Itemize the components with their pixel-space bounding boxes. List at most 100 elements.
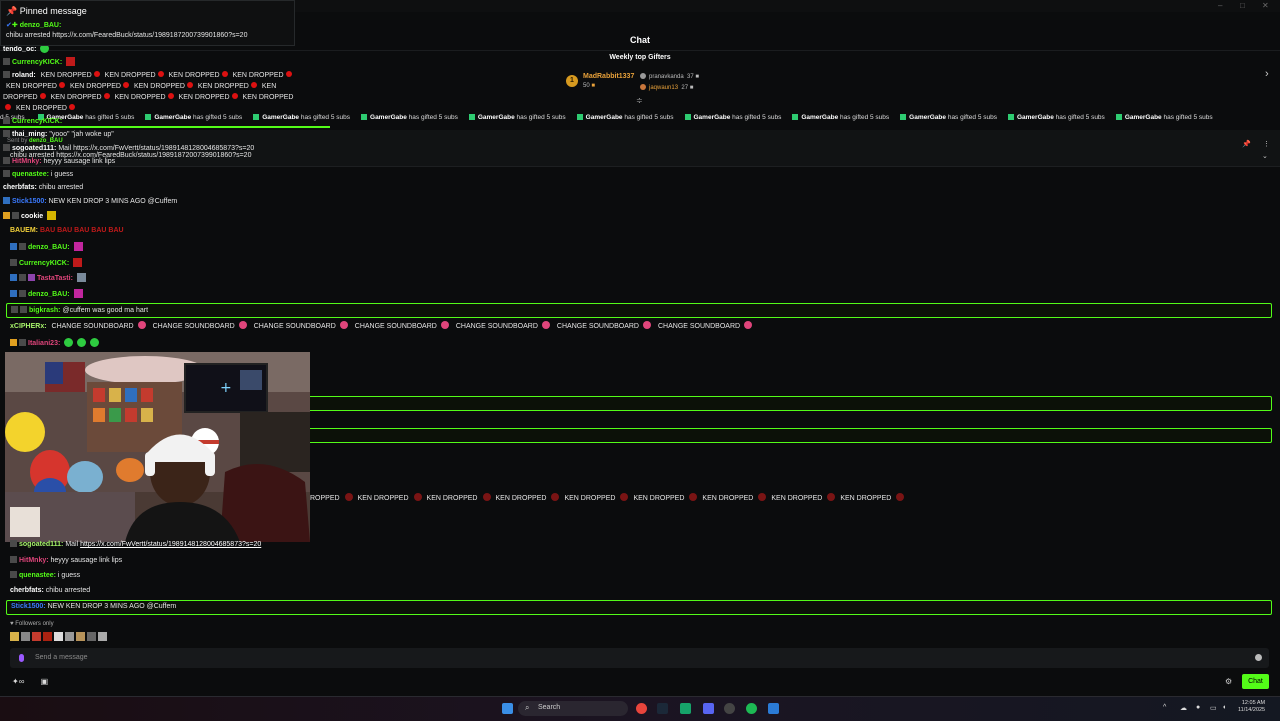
emote-icon[interactable]	[10, 632, 19, 641]
ticker-user[interactable]: GamerGabe	[801, 114, 838, 121]
username[interactable]: tendo_oc:	[3, 46, 36, 53]
emote-quickbar[interactable]	[10, 632, 109, 642]
ticker-user[interactable]: GamerGabe	[478, 114, 515, 121]
collapse-icon[interactable]: ≑	[636, 96, 643, 105]
username[interactable]: Italiani23:	[28, 340, 60, 347]
taskbar-clock[interactable]: 12:05 AM 11/14/2025	[1238, 700, 1265, 714]
emote-icon[interactable]	[65, 632, 74, 641]
username[interactable]: CurrencyKICK:	[19, 260, 69, 267]
ticker-user[interactable]: GamerGabe	[262, 114, 299, 121]
gifter-3-count: 27	[681, 85, 689, 91]
username[interactable]: roland:	[12, 72, 36, 79]
username[interactable]: denzo_BAU:	[28, 291, 70, 298]
minimize-icon[interactable]: –	[1218, 1, 1222, 10]
username[interactable]: Stick1500:	[11, 603, 46, 610]
badge-icon	[3, 130, 10, 137]
close-icon[interactable]: ✕	[1262, 1, 1269, 10]
emote-icon[interactable]	[76, 632, 85, 641]
followers-only-label: ♥ Followers only	[10, 621, 54, 627]
mic-icon[interactable]	[19, 654, 24, 662]
ticker-user[interactable]: GamerGabe	[909, 114, 946, 121]
chevron-down-icon[interactable]: ⌄	[1262, 152, 1268, 160]
more-options-icon[interactable]: ⋮	[1263, 140, 1270, 148]
emote-icon[interactable]	[43, 632, 52, 641]
ticker-user[interactable]: GamerGabe	[1125, 114, 1162, 121]
red-dot-emote-icon	[93, 71, 100, 77]
username[interactable]: TastaTasti:	[37, 275, 73, 282]
emote-icon	[73, 258, 83, 267]
username[interactable]: sogoated111:	[12, 145, 56, 152]
ticker-user[interactable]: GamerGabe	[586, 114, 623, 121]
ticker-text: has gifted 5 subs	[1163, 114, 1213, 121]
username[interactable]: quenastee:	[19, 572, 56, 579]
badge-icon	[10, 339, 17, 346]
ken-dropped-text: KEN DROPPED	[426, 495, 478, 502]
username[interactable]: cherbfats:	[10, 587, 44, 594]
cloud-icon[interactable]: ☁	[1180, 704, 1187, 712]
network-icon[interactable]: ▭	[1210, 704, 1217, 712]
gifter-3[interactable]: jaqwaun13 27 ■	[640, 84, 693, 91]
username[interactable]: cherbfats:	[3, 184, 37, 191]
steam-icon[interactable]	[657, 703, 668, 714]
username[interactable]: HitMnky:	[12, 158, 42, 165]
ken-dropped-text: KEN DROPPED	[178, 94, 230, 101]
pinned-user: ✔✚ denzo_BAU:	[6, 21, 61, 29]
badge-icon	[19, 290, 26, 297]
ticker-user[interactable]: GamerGabe	[154, 114, 191, 121]
chat-send-button[interactable]: Chat	[1242, 674, 1269, 689]
chevron-right-icon[interactable]: ›	[1265, 68, 1269, 80]
gifters-title: Weekly top Gifters	[609, 54, 671, 61]
message-link[interactable]: https://x.com/FwVertt/status/19891481280…	[80, 541, 261, 548]
username[interactable]: CurrencyKICK:	[12, 59, 62, 66]
emote-icon[interactable]	[87, 632, 96, 641]
username[interactable]: denzo_BAU:	[28, 244, 70, 251]
emote-icon[interactable]	[32, 632, 41, 641]
ticker-user[interactable]: GamerGabe	[694, 114, 731, 121]
username[interactable]: CurrencyKICK:	[12, 118, 62, 125]
obs-icon[interactable]	[724, 703, 735, 714]
username[interactable]: bigkrash:	[29, 307, 61, 314]
gifter-2[interactable]: pranavkanda 37 ■	[640, 73, 699, 80]
maximize-icon[interactable]: □	[1240, 1, 1245, 10]
volume-icon[interactable]: ◖	[1222, 704, 1226, 711]
username[interactable]: thai_ming:	[12, 131, 47, 138]
app-icon[interactable]	[768, 703, 779, 714]
list-item: cookie	[3, 211, 58, 220]
ticker-item: GamerGabe has gifted 5 subs	[680, 114, 781, 121]
discord-icon[interactable]	[703, 703, 714, 714]
badge-icon	[19, 243, 26, 250]
message-input[interactable]: Send a message	[10, 648, 1269, 668]
username[interactable]: quenastee:	[12, 171, 49, 178]
taskbar-search[interactable]: ⌕ Search	[518, 701, 628, 716]
emote-icon[interactable]	[98, 632, 107, 641]
gifter-1-name[interactable]: MadRabbit1337	[583, 73, 634, 80]
chrome-icon[interactable]	[636, 703, 647, 714]
ticker-user[interactable]: GamerGabe	[1017, 114, 1054, 121]
pin-icon[interactable]: 📌	[1242, 140, 1251, 148]
app-icon[interactable]	[680, 703, 691, 714]
gift-icon[interactable]: ▣	[41, 677, 49, 686]
username[interactable]: BAUEM:	[10, 227, 38, 234]
gear-icon[interactable]: ⚙	[1225, 677, 1232, 686]
ticker-user[interactable]: GamerGabe	[370, 114, 407, 121]
username[interactable]: sogoated111:	[19, 541, 63, 548]
emote-icon[interactable]	[21, 632, 30, 641]
emote-icon[interactable]	[54, 632, 63, 641]
chevron-up-icon[interactable]: ^	[1163, 704, 1166, 711]
badge-icon	[3, 197, 10, 204]
message-placeholder: Send a message	[35, 654, 88, 661]
points-icon[interactable]: ✦∞	[12, 677, 24, 686]
red-dot-emote-icon	[122, 82, 129, 88]
ken-dropped-text: KEN DROPPED	[6, 83, 57, 90]
mic-icon[interactable]: ●	[1196, 704, 1200, 711]
spotify-icon[interactable]	[746, 703, 757, 714]
username[interactable]: denzo_BAU:	[20, 22, 62, 29]
username[interactable]: xCIPHERx:	[10, 323, 47, 330]
emote-icon	[77, 338, 87, 347]
username[interactable]: cookie	[21, 213, 43, 220]
emoji-icon[interactable]	[1255, 654, 1262, 661]
username[interactable]: Stick1500:	[12, 198, 47, 205]
username[interactable]: HitMnky:	[19, 557, 49, 564]
windows-start-icon[interactable]	[502, 703, 513, 714]
list-item: CurrencyKICK:	[10, 258, 84, 267]
